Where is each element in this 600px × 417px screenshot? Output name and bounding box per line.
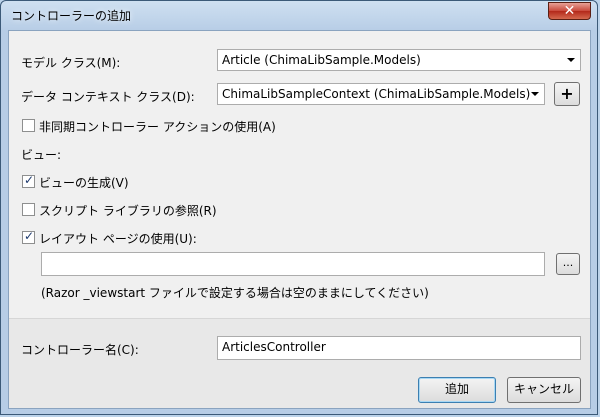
plus-icon: + bbox=[560, 84, 574, 103]
generate-views-checkbox[interactable]: ✓ bbox=[22, 173, 35, 188]
model-class-label: モデル クラス(M): bbox=[21, 56, 121, 70]
browse-layout-button[interactable]: ... bbox=[556, 253, 580, 275]
use-layout-label: レイアウト ページの使用(U): bbox=[39, 232, 197, 246]
checkmark-icon: ✓ bbox=[24, 229, 35, 243]
add-button[interactable]: 追加 bbox=[418, 377, 496, 403]
async-checkbox[interactable] bbox=[22, 119, 35, 132]
cancel-button[interactable]: キャンセル bbox=[507, 377, 581, 403]
context-class-combo[interactable]: ChimaLibSampleContext (ChimaLibSample.Mo… bbox=[217, 83, 545, 105]
chevron-down-icon bbox=[567, 58, 575, 62]
views-section-label: ビュー: bbox=[21, 148, 62, 162]
close-icon: ✕ bbox=[563, 3, 576, 19]
cancel-button-label: キャンセル bbox=[513, 382, 574, 396]
context-class-label: データ コンテキスト クラス(D): bbox=[21, 90, 195, 104]
footer-panel: コントローラー名(C): ArticlesController 追加 キャンセル bbox=[9, 318, 590, 408]
dialog-client-area: モデル クラス(M): Article (ChimaLibSample.Mode… bbox=[8, 30, 591, 409]
layout-hint: (Razor _viewstart ファイルで設定する場合は空のままにしてくださ… bbox=[41, 286, 429, 300]
layout-path-input[interactable] bbox=[41, 252, 545, 276]
generate-views-label: ビューの生成(V) bbox=[39, 176, 129, 190]
controller-name-value: ArticlesController bbox=[222, 340, 326, 354]
script-libraries-label: スクリプト ライブラリの参照(R) bbox=[39, 204, 217, 218]
controller-name-label: コントローラー名(C): bbox=[21, 343, 139, 357]
window-title: コントローラーの追加 bbox=[11, 9, 132, 23]
context-class-value: ChimaLibSampleContext (ChimaLibSample.Mo… bbox=[222, 87, 531, 101]
add-context-button[interactable]: + bbox=[554, 82, 580, 106]
use-layout-checkbox[interactable]: ✓ bbox=[22, 229, 35, 244]
async-label: 非同期コントローラー アクションの使用(A) bbox=[39, 120, 276, 134]
title-bar[interactable]: コントローラーの追加 ✕ bbox=[1, 1, 597, 29]
checkmark-icon: ✓ bbox=[24, 173, 35, 187]
add-button-label: 追加 bbox=[444, 382, 469, 396]
model-class-combo[interactable]: Article (ChimaLibSample.Models) bbox=[217, 49, 581, 71]
model-class-value: Article (ChimaLibSample.Models) bbox=[222, 53, 421, 67]
dialog-window: コントローラーの追加 ✕ モデル クラス(M): Article (ChimaL… bbox=[0, 0, 598, 415]
ellipsis-icon: ... bbox=[562, 256, 574, 269]
chevron-down-icon bbox=[531, 92, 539, 96]
script-libraries-checkbox[interactable] bbox=[22, 203, 35, 216]
close-button[interactable]: ✕ bbox=[548, 2, 591, 20]
controller-name-input[interactable]: ArticlesController bbox=[217, 336, 581, 360]
